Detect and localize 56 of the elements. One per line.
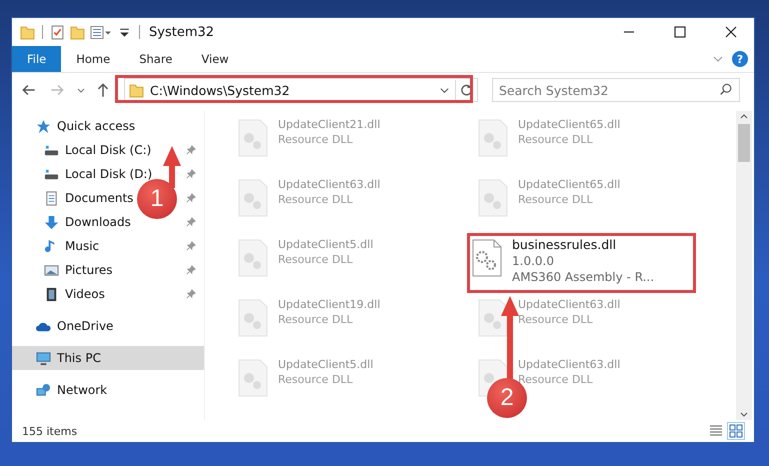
- file-name: businessrules.dll: [512, 237, 618, 253]
- sidebar-item[interactable]: Videos: [65, 287, 105, 301]
- ribbon-tab[interactable]: Share: [124, 46, 186, 72]
- film-icon: [44, 286, 59, 302]
- sidebar-item[interactable]: Local Disk (C:): [65, 143, 152, 157]
- down-arrow-icon: [44, 214, 59, 230]
- file-name: UpdateClient65.dll: [518, 177, 620, 192]
- ribbon-tab[interactable]: Home: [61, 46, 124, 72]
- star-icon: [36, 118, 51, 134]
- search-icon: [719, 83, 733, 97]
- file-name: UpdateClient65.dll: [518, 117, 620, 132]
- sidebar-item[interactable]: Network: [57, 383, 108, 397]
- file-name: UpdateClient63.dll: [518, 357, 620, 372]
- ribbon-tab[interactable]: View: [186, 46, 243, 72]
- file-detail: Resource DLL: [518, 132, 594, 147]
- window-title: System32: [149, 24, 214, 40]
- file-detail: Resource DLL: [278, 252, 354, 267]
- folder-icon: [129, 82, 144, 98]
- sidebar-item[interactable]: OneDrive: [57, 319, 114, 333]
- file-detail: Resource DLL: [278, 192, 354, 207]
- item-count: 155 items: [22, 424, 78, 438]
- tiles-view-icon[interactable]: [728, 423, 744, 439]
- address-field[interactable]: C:\Windows\System32: [124, 78, 478, 102]
- file-name: UpdateClient19.dll: [278, 297, 380, 312]
- sidebar-item[interactable]: Documents: [65, 191, 134, 205]
- file-detail: AMS360 Assembly - R...: [512, 269, 654, 285]
- file-name: UpdateClient5.dll: [278, 237, 374, 252]
- scrollbar[interactable]: [736, 111, 752, 420]
- sidebar-item[interactable]: Local Disk (D:): [65, 167, 152, 181]
- sidebar-item[interactable]: Pictures: [65, 263, 113, 277]
- address-path: C:\Windows\System32: [150, 82, 291, 98]
- file-detail: Resource DLL: [518, 192, 594, 207]
- sidebar-item[interactable]: Downloads: [65, 215, 131, 229]
- properties-icon[interactable]: [90, 24, 112, 40]
- picture-icon: [44, 262, 59, 278]
- file-detail: Resource DLL: [278, 372, 354, 387]
- file-detail: Resource DLL: [518, 372, 594, 387]
- network-icon: [36, 382, 51, 398]
- scroll-thumb[interactable]: [738, 124, 750, 162]
- monitor-icon: [36, 350, 51, 366]
- file-detail: 1.0.0.0: [512, 253, 555, 269]
- help-button[interactable]: ?: [732, 51, 748, 67]
- sidebar-item[interactable]: This PC: [57, 351, 101, 365]
- file-detail: Resource DLL: [278, 132, 354, 147]
- file-name: UpdateClient21.dll: [278, 117, 380, 132]
- file-detail: Resource DLL: [518, 312, 594, 327]
- search-field[interactable]: Search System32: [492, 78, 740, 102]
- sidebar-item[interactable]: Music: [65, 239, 100, 253]
- checklist-icon[interactable]: [50, 24, 65, 40]
- file-name: UpdateClient63.dll: [278, 177, 380, 192]
- file-name: UpdateClient63.dll: [518, 297, 620, 312]
- ribbon-tab[interactable]: File: [12, 46, 62, 72]
- file-name: UpdateClient5.dll: [278, 357, 374, 372]
- file-detail: Resource DLL: [278, 312, 354, 327]
- document-icon: [44, 190, 59, 206]
- sidebar-item[interactable]: Quick access: [57, 119, 136, 133]
